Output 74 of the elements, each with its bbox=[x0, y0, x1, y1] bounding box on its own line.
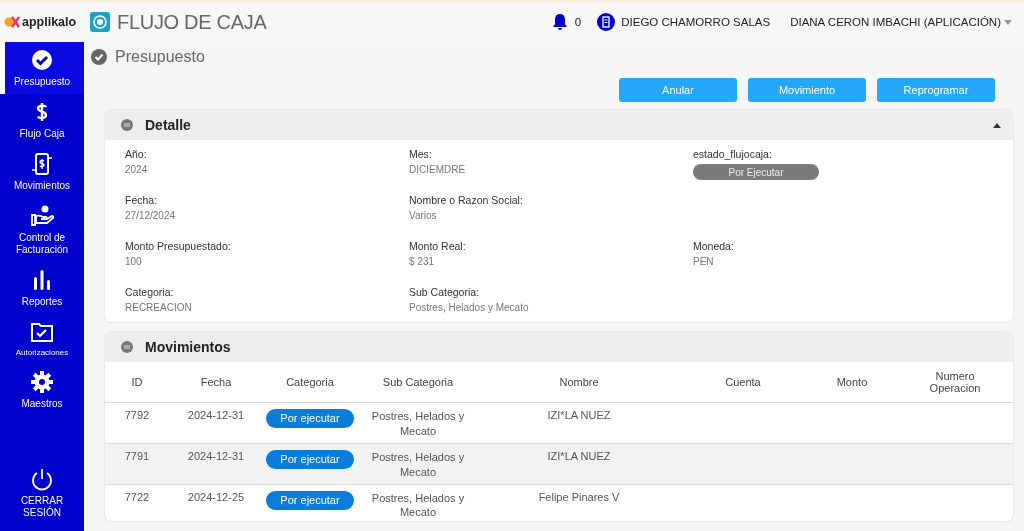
coin-icon bbox=[90, 12, 110, 32]
check-icon bbox=[91, 49, 107, 65]
notification-count: 0 bbox=[574, 16, 582, 28]
field-label: Monto Real: bbox=[409, 240, 467, 252]
panel-icon bbox=[121, 341, 133, 354]
page-title: Presupuesto bbox=[115, 48, 205, 66]
table-cell: 7792 bbox=[124, 409, 150, 422]
panel-icon bbox=[121, 119, 133, 131]
check-icon bbox=[30, 48, 54, 72]
logout-button[interactable]: CERRAR SESIÓN bbox=[0, 461, 84, 525]
sidebar-item[interactable]: Control de Facturación bbox=[0, 198, 84, 262]
column-header: Sub Categoria bbox=[382, 376, 454, 389]
sidebar-item[interactable]: Movimientos bbox=[0, 146, 84, 198]
status-pill: Por ejecutar bbox=[266, 490, 354, 510]
column-header: Monto bbox=[836, 376, 868, 389]
column-header: Nombre bbox=[559, 376, 599, 389]
sidebar-item[interactable]: Presupuesto bbox=[0, 42, 84, 94]
field-value: Varios bbox=[409, 210, 438, 221]
sidebar-item[interactable]: Reportes bbox=[0, 262, 84, 314]
status-badge: Por Ejecutar bbox=[693, 164, 819, 180]
table-cell: 2024-12-31 bbox=[187, 409, 245, 422]
field-label: Nombre o Razon Social: bbox=[409, 194, 524, 206]
field-label: Fecha: bbox=[125, 194, 159, 206]
sidebar-item[interactable]: Maestros bbox=[0, 364, 84, 416]
table-cell: Felipe Pinares V bbox=[538, 490, 620, 503]
field-label: Categoria: bbox=[125, 286, 175, 298]
module-title: FLUJO DE CAJA bbox=[117, 10, 267, 34]
company-name: DIEGO CHAMORRO SALAS bbox=[621, 16, 771, 28]
table-cell: 2024-12-25 bbox=[187, 490, 245, 503]
table-cell-text: Postres, Helados y Mecato bbox=[370, 490, 466, 521]
building-icon bbox=[597, 13, 616, 31]
phone-dollar-icon bbox=[30, 152, 54, 176]
table-cell: IZI*LA NUEZ bbox=[547, 449, 611, 462]
status-pill: Por ejecutar bbox=[266, 449, 354, 469]
brand-name: applikalo bbox=[22, 15, 77, 29]
caret-icon bbox=[1004, 19, 1012, 25]
status-pill: Por ejecutar bbox=[266, 409, 354, 429]
field-value: 27/12/2024 bbox=[125, 210, 177, 221]
column-header: Cuenta bbox=[725, 376, 761, 389]
column-header: Fecha bbox=[200, 376, 232, 389]
table-cell-text: Postres, Helados y Mecato bbox=[370, 449, 466, 480]
field-label: Año: bbox=[125, 148, 148, 160]
table-cell: 7791 bbox=[124, 449, 150, 462]
field-value: Postres, Helados y Mecato bbox=[409, 302, 530, 313]
field-label: Monto Presupuestado: bbox=[125, 240, 232, 252]
column-header: Numero Operacion bbox=[928, 370, 982, 395]
table-cell-text: Postres, Helados y Mecato bbox=[370, 409, 466, 439]
field-value: $ 231 bbox=[409, 256, 436, 267]
field-value: DICIEMDRE bbox=[409, 164, 467, 175]
column-header: ID bbox=[131, 376, 143, 389]
folder-check-icon bbox=[30, 320, 54, 345]
field-value: 100 bbox=[125, 256, 143, 267]
field-label: Moneda: bbox=[693, 240, 735, 252]
sidebar-item[interactable]: Flujo Caja bbox=[0, 94, 84, 146]
field-label: Sub Categoria: bbox=[409, 286, 481, 298]
field-label: estado_flujocaja: bbox=[693, 148, 773, 160]
field-value: 2024 bbox=[125, 164, 149, 175]
hand-coin-icon bbox=[30, 204, 54, 228]
logo-icon bbox=[4, 16, 20, 28]
panel-title: Movimientos bbox=[145, 339, 231, 356]
power-icon bbox=[30, 467, 54, 491]
table-cell: 7722 bbox=[124, 490, 150, 503]
field-value: PEN bbox=[693, 256, 715, 267]
table-cell: IZI*LA NUEZ bbox=[547, 409, 611, 422]
table-cell: 2024-12-31 bbox=[187, 449, 245, 462]
settings-icon bbox=[30, 370, 54, 394]
sidebar-item[interactable]: Autorizaciones bbox=[0, 314, 84, 364]
field-label: Mes: bbox=[409, 148, 433, 160]
field-value: RECREACION bbox=[125, 302, 193, 313]
notification-bell-icon[interactable] bbox=[550, 13, 569, 31]
panel-title: Detalle bbox=[145, 117, 191, 133]
column-header: Categoria bbox=[286, 376, 334, 389]
user-menu[interactable]: DIANA CERON IMBACHI (APLICACIÓN) bbox=[790, 16, 1012, 28]
collapse-caret-icon[interactable] bbox=[993, 122, 1001, 128]
